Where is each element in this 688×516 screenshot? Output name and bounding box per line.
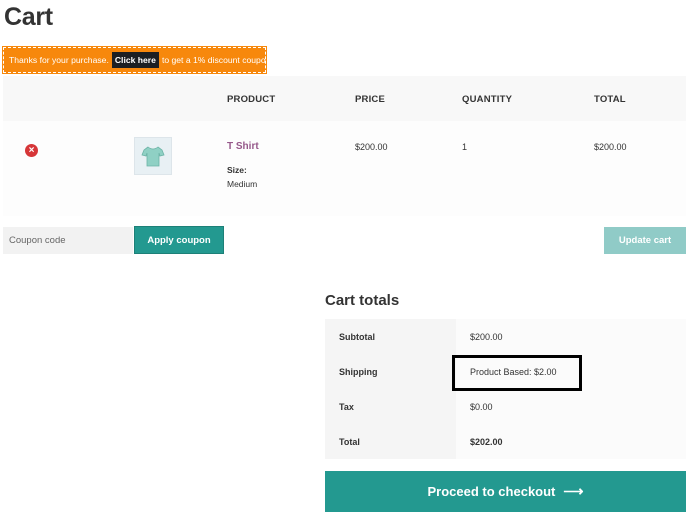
arrow-right-icon: ⟶ [563, 483, 584, 499]
notice-suffix: to get a 1% discount coupon. [161, 55, 273, 65]
shipping-highlight-box [452, 355, 582, 391]
totals-label: Shipping [325, 354, 456, 389]
cart-table: PRODUCT PRICE QUANTITY TOTAL × T Shirt S… [3, 76, 686, 216]
totals-row-total: Total $202.00 [325, 424, 686, 459]
header-total: TOTAL [594, 94, 626, 105]
remove-x-icon[interactable]: × [25, 144, 38, 157]
notice-click-here-link[interactable]: Click here [111, 52, 159, 68]
totals-label: Tax [325, 389, 456, 424]
product-attr-label: Size: [227, 165, 247, 175]
totals-label: Subtotal [325, 319, 456, 354]
item-price: $200.00 [355, 142, 388, 152]
product-attr-value: Medium [227, 179, 258, 189]
totals-row-subtotal: Subtotal $200.00 [325, 319, 686, 354]
update-cart-button[interactable]: Update cart [604, 227, 686, 254]
apply-coupon-button[interactable]: Apply coupon [134, 226, 224, 254]
proceed-to-checkout-button[interactable]: Proceed to checkout ⟶ [325, 471, 686, 512]
checkout-label: Proceed to checkout [427, 484, 556, 499]
discount-notice: Thanks for your purchase. Click here to … [2, 46, 273, 74]
tshirt-icon[interactable] [134, 137, 172, 175]
cart-item-row: × T Shirt Size: Medium $200.00 1 $200.00 [3, 121, 686, 216]
totals-value: $200.00 [456, 319, 686, 354]
totals-label: Total [325, 424, 456, 459]
item-quantity[interactable]: 1 [462, 142, 467, 152]
coupon-code-input[interactable] [3, 227, 133, 254]
header-quantity: QUANTITY [462, 94, 513, 105]
header-price: PRICE [355, 94, 386, 105]
cart-totals-title: Cart totals [325, 292, 400, 309]
totals-row-tax: Tax $0.00 [325, 389, 686, 424]
page-title: Cart [4, 3, 53, 31]
item-total: $200.00 [594, 142, 627, 152]
cart-table-header: PRODUCT PRICE QUANTITY TOTAL [3, 76, 686, 121]
product-name-link[interactable]: T Shirt [227, 141, 259, 152]
totals-value: $202.00 [456, 424, 686, 459]
header-product: PRODUCT [227, 94, 276, 105]
totals-value: $0.00 [456, 389, 686, 424]
notice-prefix: Thanks for your purchase. [9, 55, 109, 65]
